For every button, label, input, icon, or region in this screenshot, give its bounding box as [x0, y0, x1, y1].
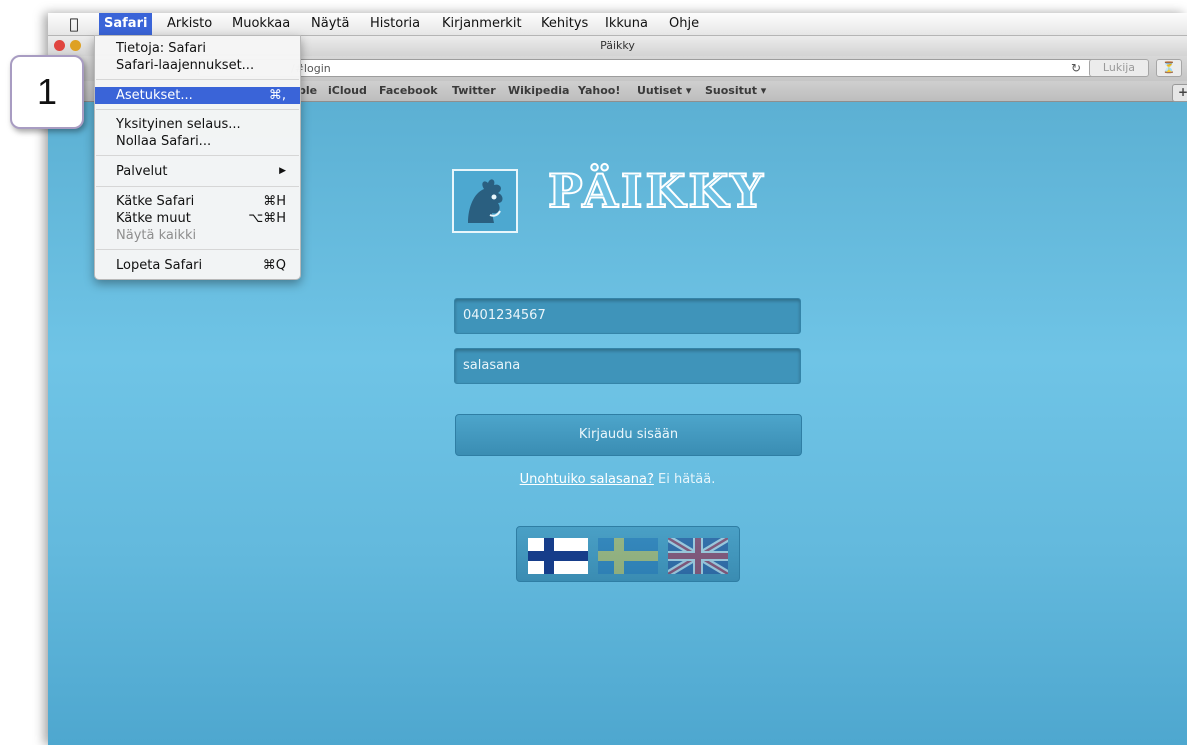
apple-logo-icon[interactable]:  — [62, 14, 86, 34]
close-window-icon[interactable] — [54, 40, 65, 51]
bookmark-suositut[interactable]: Suositut ▾ — [705, 81, 766, 101]
submenu-arrow-icon: ▶ — [279, 166, 286, 176]
menu-separator — [96, 155, 299, 156]
swedish-flag-icon[interactable] — [598, 538, 658, 574]
bookmark-yahoo[interactable]: Yahoo! — [578, 81, 620, 101]
menu-separator — [96, 109, 299, 110]
reader-button[interactable]: Lukija — [1089, 59, 1149, 77]
language-selector — [516, 526, 740, 582]
menu-item-services-label: Palvelut — [116, 164, 168, 179]
login-button[interactable]: Kirjaudu sisään — [455, 414, 802, 456]
address-field[interactable]: /#login — [198, 59, 1098, 77]
bookmark-icloud[interactable]: iCloud — [328, 81, 367, 101]
menu-item-hide-others-label: Kätke muut — [116, 211, 191, 226]
menu-separator — [96, 249, 299, 250]
finnish-flag-icon[interactable] — [528, 538, 588, 574]
menu-ohje[interactable]: Ohje — [664, 13, 704, 35]
mascot-logo-icon — [452, 169, 518, 233]
menu-ikkuna[interactable]: Ikkuna — [600, 13, 653, 35]
screen:  Safari Arkisto Muokkaa Näytä Historia … — [48, 13, 1187, 745]
bookmark-facebook[interactable]: Facebook — [379, 81, 438, 101]
menu-item-hide-safari[interactable]: Kätke Safari ⌘H — [95, 193, 300, 210]
menu-historia[interactable]: Historia — [365, 13, 425, 35]
menu-item-reset-safari[interactable]: Nollaa Safari... — [95, 133, 300, 150]
hide-shortcut: ⌘H — [263, 194, 286, 209]
bookmark-twitter[interactable]: Twitter — [452, 81, 496, 101]
menu-arkisto[interactable]: Arkisto — [162, 13, 217, 35]
minimize-window-icon[interactable] — [70, 40, 81, 51]
menu-item-private-browsing[interactable]: Yksityinen selaus... — [95, 116, 300, 133]
safari-menu-dropdown: Tietoja: Safari Safari-laajennukset... A… — [94, 35, 301, 280]
window-title: Päikky — [600, 39, 635, 52]
menu-item-about-safari[interactable]: Tietoja: Safari — [95, 40, 300, 57]
password-field[interactable]: salasana — [454, 348, 801, 384]
downloads-icon[interactable]: ⏳ — [1156, 59, 1182, 77]
menu-separator — [96, 79, 299, 80]
forgot-password-link[interactable]: Unohtuiko salasana? — [520, 472, 654, 487]
menu-item-quit-label: Lopeta Safari — [116, 258, 203, 273]
menu-kehitys[interactable]: Kehitys — [536, 13, 593, 35]
hide-others-shortcut: ⌥⌘H — [248, 211, 286, 226]
menu-item-preferences-label: Asetukset... — [116, 88, 193, 103]
uk-flag-icon[interactable] — [668, 538, 728, 574]
phone-field[interactable]: 0401234567 — [454, 298, 801, 334]
new-tab-icon[interactable]: + — [1172, 84, 1187, 102]
forgot-suffix: Ei hätää. — [653, 472, 716, 487]
menu-nayta[interactable]: Näytä — [306, 13, 354, 35]
menu-item-quit-safari[interactable]: Lopeta Safari ⌘Q — [95, 257, 300, 274]
menu-item-show-all: Näytä kaikki — [116, 228, 197, 243]
menu-muokkaa[interactable]: Muokkaa — [227, 13, 295, 35]
menu-kirjanmerkit[interactable]: Kirjanmerkit — [437, 13, 527, 35]
menu-item-preferences[interactable]: Asetukset... ⌘, — [95, 87, 300, 104]
forgot-password-row: Unohtuiko salasana? Ei hätää. — [48, 472, 1187, 487]
quit-shortcut: ⌘Q — [262, 258, 286, 273]
step-number-callout: 1 — [10, 55, 84, 129]
menu-separator — [96, 186, 299, 187]
bookmark-uutiset[interactable]: Uutiset ▾ — [637, 81, 691, 101]
bookmark-wikipedia[interactable]: Wikipedia — [508, 81, 569, 101]
menu-item-services[interactable]: Palvelut ▶ — [95, 163, 300, 180]
menu-item-safari-extensions[interactable]: Safari-laajennukset... — [95, 57, 300, 74]
menu-item-hide-others[interactable]: Kätke muut ⌥⌘H — [95, 210, 300, 227]
reload-icon[interactable]: ↻ — [1071, 61, 1081, 75]
menubar:  Safari Arkisto Muokkaa Näytä Historia … — [48, 13, 1187, 36]
menu-safari[interactable]: Safari — [99, 13, 153, 35]
app-logo-text: PÄIKKY — [547, 163, 767, 219]
menu-item-hide-label: Kätke Safari — [116, 194, 195, 209]
preferences-shortcut: ⌘, — [268, 88, 286, 103]
